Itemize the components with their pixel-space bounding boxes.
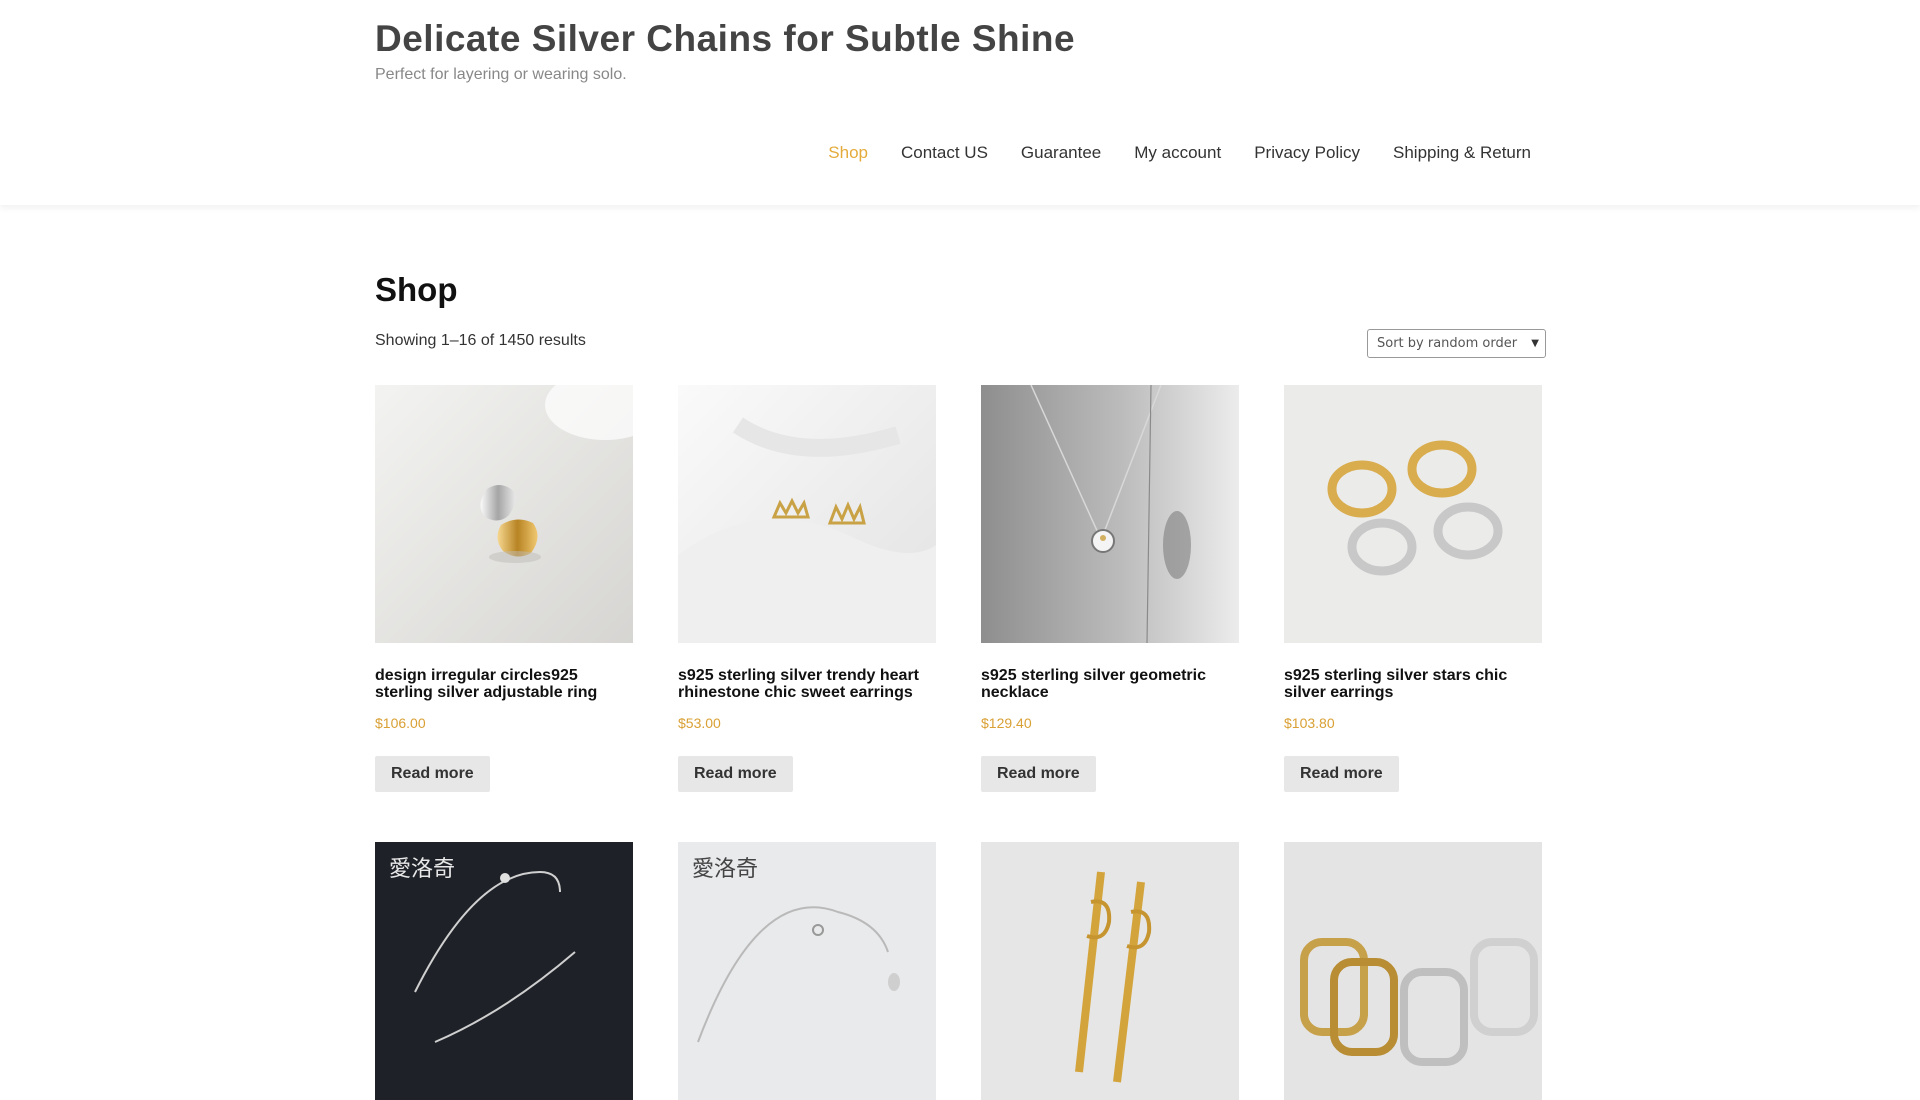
nav-my-account[interactable]: My account: [1134, 143, 1221, 163]
product-title[interactable]: s925 sterling silver trendy heart rhines…: [678, 667, 936, 701]
product-price: $106.00: [375, 715, 426, 731]
chevron-down-icon: ▼: [1531, 338, 1539, 349]
site-branding: Delicate Silver Chains for Subtle Shine …: [375, 18, 1075, 84]
product-card: 愛洛奇: [678, 842, 936, 1100]
nav-guarantee[interactable]: Guarantee: [1021, 143, 1101, 163]
product-image[interactable]: 愛洛奇: [678, 842, 936, 1100]
site-header: Delicate Silver Chains for Subtle Shine …: [0, 0, 1920, 205]
product-image[interactable]: [678, 385, 936, 643]
read-more-button[interactable]: Read more: [981, 756, 1096, 792]
nav-privacy-policy[interactable]: Privacy Policy: [1254, 143, 1360, 163]
page-title: Shop: [375, 271, 458, 308]
product-image[interactable]: 愛洛奇: [375, 842, 633, 1100]
product-card: design irregular circles925 sterling sil…: [375, 385, 633, 792]
product-title[interactable]: design irregular circles925 sterling sil…: [375, 667, 633, 701]
product-title[interactable]: s925 sterling silver stars chic silver e…: [1284, 667, 1542, 701]
product-title[interactable]: s925 sterling silver geometric necklace: [981, 667, 1239, 701]
nav-shipping-return[interactable]: Shipping & Return: [1393, 143, 1531, 163]
site-title[interactable]: Delicate Silver Chains for Subtle Shine: [375, 18, 1075, 60]
result-count: Showing 1–16 of 1450 results: [375, 332, 586, 349]
read-more-button[interactable]: Read more: [678, 756, 793, 792]
nav-shop[interactable]: Shop: [828, 143, 868, 163]
product-image[interactable]: [1284, 385, 1542, 643]
product-image[interactable]: [981, 385, 1239, 643]
product-image[interactable]: [981, 842, 1239, 1100]
read-more-button[interactable]: Read more: [375, 756, 490, 792]
site-tagline: Perfect for layering or wearing solo.: [375, 66, 627, 83]
product-image[interactable]: [375, 385, 633, 643]
read-more-button[interactable]: Read more: [1284, 756, 1399, 792]
product-card: s925 sterling silver stars chic silver e…: [1284, 385, 1542, 792]
main-navigation: Shop Contact US Guarantee My account Pri…: [795, 143, 1531, 163]
sort-order-value: Sort by random order: [1377, 336, 1518, 351]
watermark-logo: 愛洛奇: [389, 857, 455, 882]
watermark-logo: 愛洛奇: [692, 857, 758, 882]
product-price: $129.40: [981, 715, 1032, 731]
nav-contact-us[interactable]: Contact US: [901, 143, 988, 163]
product-card: s925 sterling silver geometric necklace …: [981, 385, 1239, 792]
product-card: s925 sterling silver trendy heart rhines…: [678, 385, 936, 792]
product-card: [981, 842, 1239, 1100]
sort-order-select[interactable]: Sort by random order ▼: [1367, 329, 1546, 358]
product-card: [1284, 842, 1542, 1100]
product-price: $53.00: [678, 715, 721, 731]
product-image[interactable]: [1284, 842, 1542, 1100]
product-card: 愛洛奇: [375, 842, 633, 1100]
product-price: $103.80: [1284, 715, 1335, 731]
